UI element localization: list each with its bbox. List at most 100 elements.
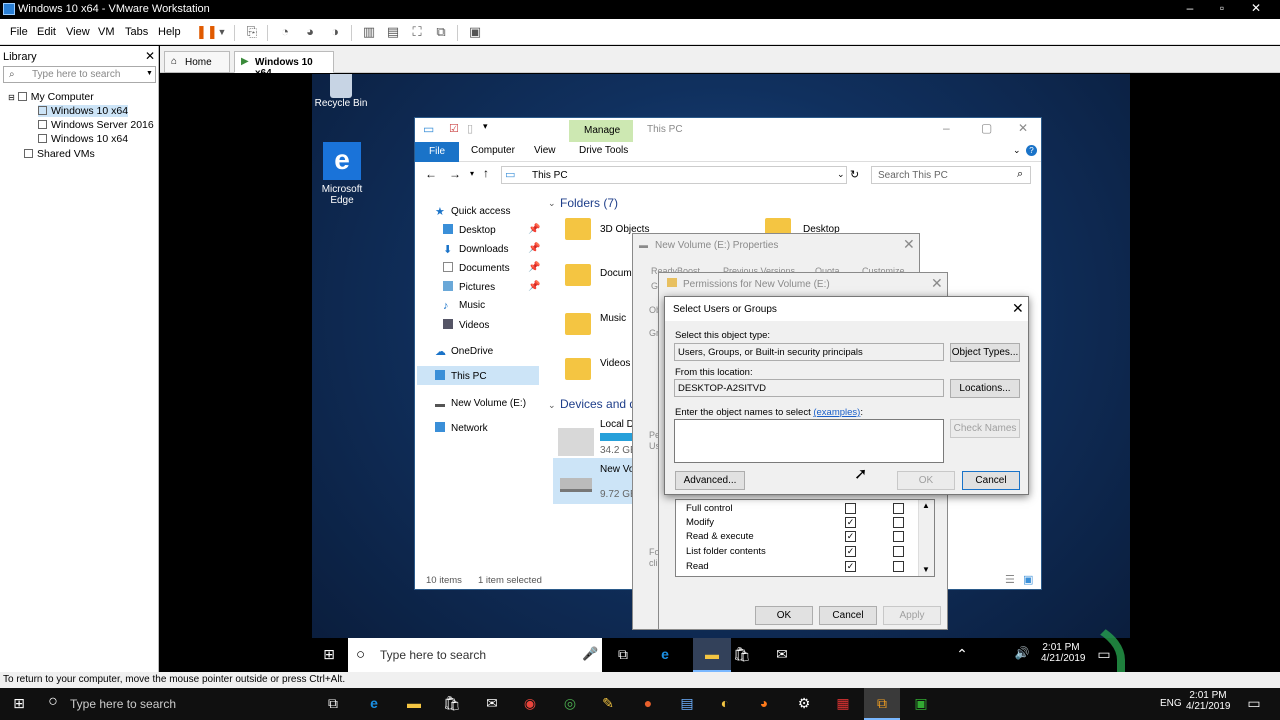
allow-checkbox[interactable] xyxy=(845,503,856,514)
store-icon[interactable]: 🛍 xyxy=(732,646,752,663)
tab-file[interactable]: File xyxy=(415,142,459,162)
tree-item-vm[interactable]: Windows 10 x64 xyxy=(38,105,129,117)
edge-icon[interactable]: e xyxy=(363,695,385,711)
deny-checkbox[interactable] xyxy=(893,531,904,542)
deny-checkbox[interactable] xyxy=(893,503,904,514)
snapshot-icon[interactable]: ◔ xyxy=(276,23,294,41)
allow-checkbox[interactable]: ✓ xyxy=(845,531,856,542)
refresh-icon[interactable]: ↻ xyxy=(850,168,859,181)
chevron-down-icon[interactable]: ⌄ xyxy=(548,198,556,209)
chevron-down-icon[interactable]: ▼ xyxy=(146,70,153,77)
app-icon[interactable]: ◎ xyxy=(559,695,581,712)
language-indicator[interactable]: ENG xyxy=(1160,698,1182,709)
chrome-icon[interactable]: ◉ xyxy=(519,695,541,712)
close-icon[interactable]: ✕ xyxy=(1018,121,1028,135)
app-icon[interactable]: ● xyxy=(637,695,659,711)
ok-button[interactable]: OK xyxy=(755,606,813,625)
minimize-button[interactable]: – xyxy=(1175,1,1205,15)
folder-music[interactable]: Music xyxy=(600,313,626,324)
task-view-icon[interactable]: ⧉ xyxy=(613,646,633,663)
app-icon[interactable]: ▦ xyxy=(832,695,854,712)
tree-item-vm[interactable]: Windows 10 x64 xyxy=(38,133,128,145)
tab-windows-10[interactable]: ▶Windows 10 x64 xyxy=(234,51,334,79)
details-view-icon[interactable]: ☰ xyxy=(1005,573,1015,586)
chevron-down-icon[interactable]: ▾ xyxy=(483,121,488,132)
menu-edit[interactable]: Edit xyxy=(37,26,56,38)
close-icon[interactable]: ✕ xyxy=(1012,300,1024,317)
object-types-button[interactable]: Object Types... xyxy=(950,343,1020,362)
microphone-icon[interactable]: 🎤 xyxy=(582,646,598,662)
maximize-button[interactable]: ▫ xyxy=(1207,1,1237,15)
allow-checkbox[interactable]: ✓ xyxy=(845,546,856,557)
chevron-down-icon[interactable]: ▼ xyxy=(213,23,231,41)
folder-documents[interactable]: Docum xyxy=(600,268,632,279)
unity-icon[interactable]: ⧉ xyxy=(432,23,450,41)
tab-manage[interactable]: Manage xyxy=(569,120,633,142)
close-button[interactable]: ✕ xyxy=(1241,1,1271,15)
tree-item-vm[interactable]: Windows Server 2016 xyxy=(38,119,154,131)
app-icon[interactable]: ▣ xyxy=(910,695,932,712)
store-icon[interactable]: 🛍 xyxy=(441,695,463,712)
scroll-down-icon[interactable]: ▼ xyxy=(922,565,930,574)
chevron-down-icon[interactable]: ⌄ xyxy=(1013,145,1021,156)
fullscreen-icon[interactable]: ⛶ xyxy=(408,23,426,41)
tab-view[interactable]: View xyxy=(534,145,556,156)
check-names-button[interactable]: Check Names xyxy=(950,419,1020,438)
nav-music[interactable]: ♪ Music xyxy=(443,300,485,312)
action-center-icon[interactable]: ▭ xyxy=(1243,695,1265,712)
deny-checkbox[interactable] xyxy=(893,517,904,528)
nav-new-volume[interactable]: New Volume (E:) xyxy=(435,397,526,409)
library-search-input[interactable]: Type here to search xyxy=(3,66,156,83)
task-view-icon[interactable]: ⧉ xyxy=(322,695,344,712)
up-icon[interactable]: ↑ xyxy=(483,166,489,180)
pause-icon[interactable]: ❚❚ xyxy=(196,23,218,41)
firefox-icon[interactable]: ◕ xyxy=(753,695,775,711)
properties-icon[interactable]: ☑ xyxy=(449,122,459,135)
mail-icon[interactable]: ✉ xyxy=(772,646,792,663)
nav-videos[interactable]: Videos xyxy=(443,319,489,331)
snapshot-manager-icon[interactable]: ◑ xyxy=(326,23,344,41)
allow-checkbox[interactable]: ✓ xyxy=(845,561,856,572)
folder-videos[interactable]: Videos xyxy=(600,358,630,369)
devices-header[interactable]: Devices and d xyxy=(560,397,636,411)
revert-snapshot-icon[interactable]: ◕ xyxy=(301,23,319,41)
maximize-icon[interactable]: ▢ xyxy=(981,121,992,135)
menu-tabs[interactable]: Tabs xyxy=(125,26,148,38)
help-icon[interactable]: ? xyxy=(1026,145,1037,156)
edge-icon[interactable]: e xyxy=(655,646,675,662)
cancel-button[interactable]: Cancel xyxy=(962,471,1020,490)
apply-button[interactable]: Apply xyxy=(883,606,941,625)
nav-desktop[interactable]: Desktop 📌 xyxy=(443,224,540,236)
examples-link[interactable]: (examples) xyxy=(813,407,860,418)
menu-vm[interactable]: VM xyxy=(98,26,115,38)
recycle-bin-icon[interactable]: Recycle Bin xyxy=(312,74,371,109)
menu-help[interactable]: Help xyxy=(158,26,181,38)
file-explorer-icon[interactable]: ▬ xyxy=(403,695,425,711)
chevron-down-icon[interactable]: ⌄ xyxy=(548,400,556,411)
windows-start-icon[interactable]: ⊞ xyxy=(8,695,30,712)
library-toggle-icon[interactable]: ▥ xyxy=(360,23,378,41)
nav-pictures[interactable]: Pictures 📌 xyxy=(443,281,540,293)
tab-home[interactable]: ⌂ Home xyxy=(164,51,230,73)
folder-icon[interactable] xyxy=(565,358,591,380)
menu-view[interactable]: View xyxy=(66,26,90,38)
mail-icon[interactable]: ✉ xyxy=(481,695,503,712)
host-clock[interactable]: 2:01 PM 4/21/2019 xyxy=(1186,690,1231,712)
minimize-icon[interactable]: – xyxy=(943,121,950,135)
tree-item-my-computer[interactable]: ⊟ My Computer xyxy=(8,91,94,103)
folders-header[interactable]: Folders (7) xyxy=(560,196,618,210)
host-search-placeholder[interactable]: Type here to search xyxy=(70,697,176,711)
folder-icon[interactable] xyxy=(565,218,591,240)
app-icon[interactable]: ◐ xyxy=(714,695,736,711)
chevron-down-icon[interactable]: ⌄ xyxy=(837,169,845,180)
device-new-volume[interactable]: New Vo xyxy=(600,464,634,475)
tab-drive-tools[interactable]: Drive Tools xyxy=(579,145,628,156)
advanced-button[interactable]: Advanced... xyxy=(675,471,745,490)
locations-button[interactable]: Locations... xyxy=(950,379,1020,398)
notes-icon[interactable]: ✎ xyxy=(597,695,619,712)
cancel-button[interactable]: Cancel xyxy=(819,606,877,625)
select-users-dialog[interactable]: Select Users or Groups ✕ Select this obj… xyxy=(664,296,1029,495)
cortana-icon[interactable]: ○ xyxy=(42,693,64,711)
close-icon[interactable]: ✕ xyxy=(931,275,943,292)
close-icon[interactable]: ✕ xyxy=(903,236,915,253)
